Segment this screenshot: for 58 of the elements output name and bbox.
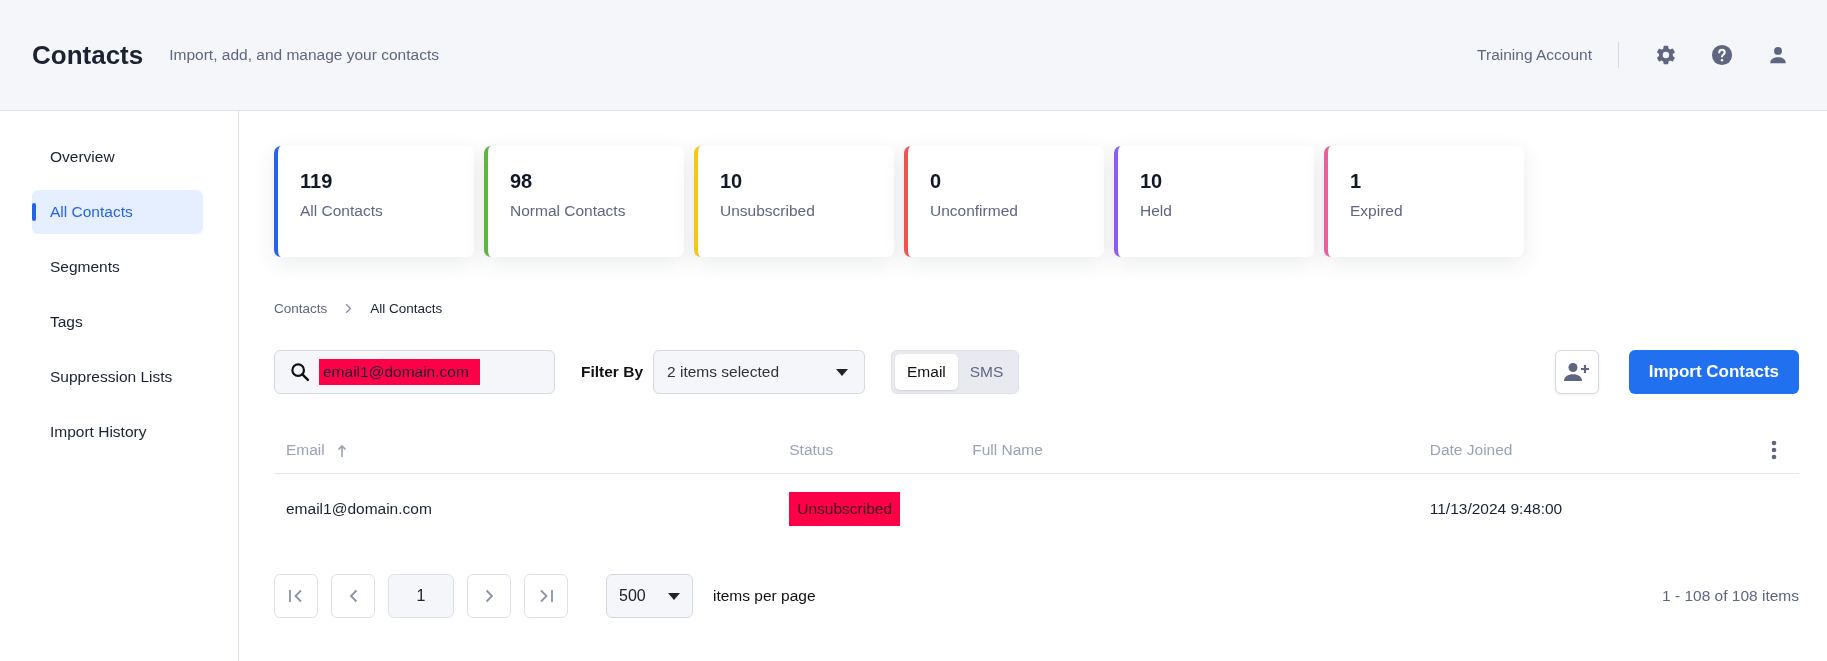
status-label: Unsubscribed: [789, 492, 901, 526]
user-icon[interactable]: [1767, 44, 1789, 66]
first-page-button[interactable]: [274, 574, 318, 618]
stat-label: Expired: [1350, 202, 1404, 220]
settings-icon[interactable]: [1655, 44, 1677, 66]
sidebar-item[interactable]: Suppression Lists: [32, 355, 203, 399]
stat-value: 0: [930, 170, 943, 193]
stat-card[interactable]: 119 All Contacts: [274, 146, 474, 257]
sidebar-item[interactable]: Overview: [32, 135, 203, 179]
caret-icon: [668, 592, 680, 600]
previous-page-icon: [348, 589, 358, 603]
stat-card[interactable]: 0 Unconfirmed: [904, 146, 1104, 257]
channel-tab[interactable]: Email: [895, 354, 958, 390]
stat-value: 119: [300, 170, 334, 193]
stat-label: Unsubscribed: [720, 202, 816, 220]
breadcrumb-current: All Contacts: [370, 301, 443, 316]
chevron-right-icon: [345, 303, 353, 314]
account-name[interactable]: Training Account: [1477, 42, 1619, 68]
next-page-icon: [484, 589, 494, 603]
page-title: Contacts: [32, 39, 144, 71]
page-subtitle: Import, add, and manage your contacts: [169, 46, 440, 64]
import-contacts-button[interactable]: Import Contacts: [1628, 350, 1799, 394]
stat-label: Unconfirmed: [930, 202, 1019, 220]
sidebar-item[interactable]: Segments: [32, 245, 203, 289]
stat-card[interactable]: 10 Unsubscribed: [694, 146, 894, 257]
search-icon: [289, 361, 311, 383]
stat-label: All Contacts: [300, 202, 384, 220]
more-options-icon[interactable]: [1771, 440, 1777, 460]
stat-label: Normal Contacts: [510, 202, 627, 220]
stat-card[interactable]: 98 Normal Contacts: [484, 146, 684, 257]
stat-label: Held: [1140, 202, 1173, 220]
last-page-icon: [538, 589, 554, 603]
help-icon[interactable]: [1711, 44, 1733, 66]
filter-label: Filter By: [581, 363, 643, 381]
caret-icon: [836, 368, 848, 376]
last-page-button[interactable]: [524, 574, 568, 618]
filter-dropdown[interactable]: 2 items selected: [653, 350, 865, 394]
stat-value: 98: [510, 170, 534, 193]
pagination-summary: 1 - 108 of 108 items: [1662, 587, 1799, 605]
page-size-label: items per page: [713, 587, 816, 605]
channel-tab[interactable]: SMS: [957, 354, 1016, 390]
stat-value: 10: [1140, 170, 1164, 193]
page-size-dropdown[interactable]: 500: [606, 574, 693, 618]
search-field[interactable]: email1@domain.com: [274, 350, 555, 394]
date-cell: 11/13/2024 9:48:00: [1429, 500, 1563, 517]
add-contact-button[interactable]: [1554, 350, 1599, 394]
add-user-icon: [1563, 362, 1590, 382]
stat-value: 1: [1350, 170, 1363, 193]
sidebar-item[interactable]: All Contacts: [32, 190, 203, 234]
sidebar-item[interactable]: Import History: [32, 410, 203, 454]
breadcrumb-link[interactable]: Contacts: [274, 301, 328, 316]
sidebar-item[interactable]: Tags: [32, 300, 203, 344]
stat-card[interactable]: 1 Expired: [1324, 146, 1524, 257]
stat-value: 10: [720, 170, 744, 193]
email-cell: email1@domain.com: [286, 500, 432, 517]
stat-card[interactable]: 10 Held: [1114, 146, 1314, 257]
first-page-icon: [288, 589, 304, 603]
page-number-button[interactable]: 1: [388, 574, 454, 618]
